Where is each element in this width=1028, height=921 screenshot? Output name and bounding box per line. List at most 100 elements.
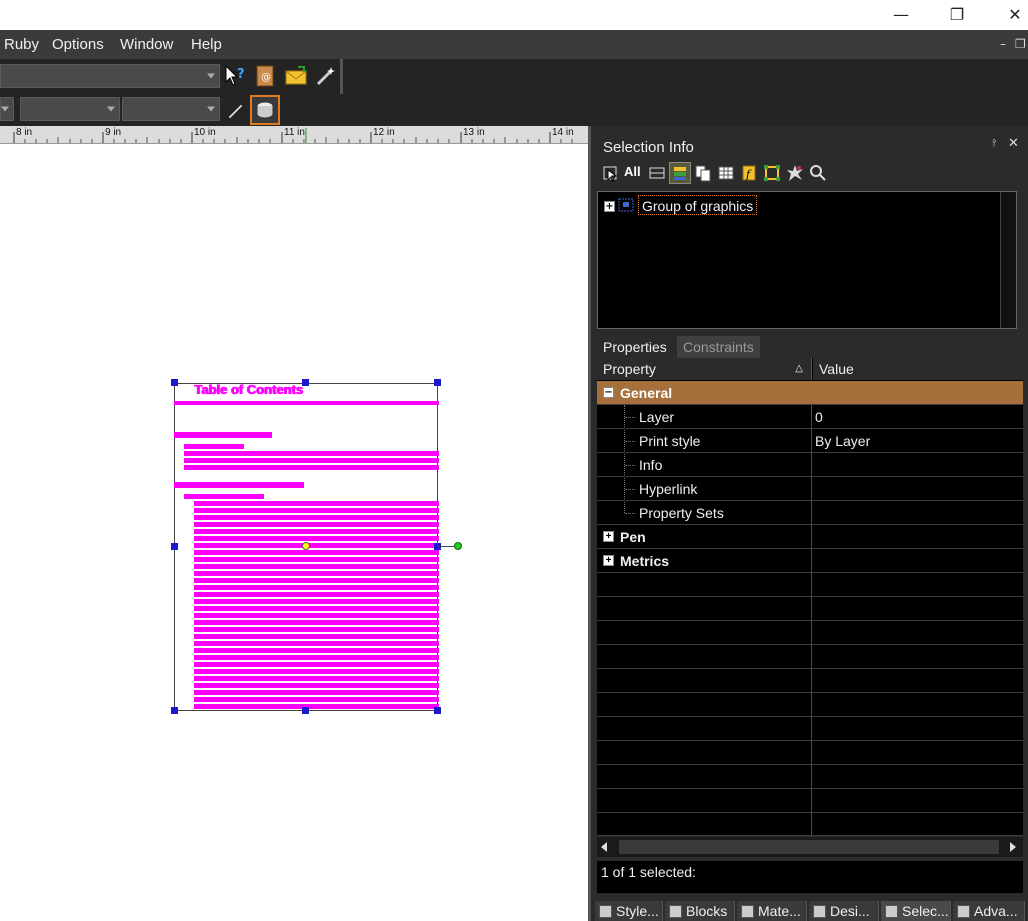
center-handle[interactable] [302, 542, 310, 550]
empty-row [597, 573, 1023, 597]
bottom-tab-style[interactable]: Style... [595, 901, 663, 921]
tree-scrollbar[interactable] [1000, 192, 1016, 328]
ruler-label-14: 14 in [552, 127, 574, 138]
resize-handle-bottom-right[interactable] [434, 707, 441, 714]
mdi-minimize-button[interactable]: – [1000, 30, 1006, 59]
property-value-layer[interactable]: 0 [813, 405, 1023, 429]
resize-handle-left[interactable] [171, 543, 178, 550]
tree-expand-icon[interactable]: + [604, 201, 615, 212]
style-icon [599, 905, 612, 918]
property-value-info[interactable] [813, 453, 1023, 477]
empty-row [597, 741, 1023, 765]
tab-properties[interactable]: Properties [597, 336, 673, 358]
category-label-pen: Pen [620, 529, 646, 545]
property-value-hyperlink[interactable] [813, 477, 1023, 501]
expand-metrics-icon[interactable]: + [603, 555, 614, 566]
layers-icon[interactable] [669, 162, 691, 184]
style-combo[interactable] [0, 64, 220, 88]
property-row-hyperlink[interactable]: Hyperlink [597, 477, 1023, 501]
bottom-tab-selection[interactable]: Selec... [881, 901, 951, 921]
line-width-combo[interactable] [20, 97, 120, 121]
column-header-property[interactable]: Property △ [597, 358, 812, 380]
function-icon[interactable]: f [738, 162, 760, 184]
explode-icon[interactable] [784, 162, 806, 184]
bottom-tab-design[interactable]: Desi... [809, 901, 879, 921]
ruler-label-11: 11 in [284, 127, 305, 138]
property-label-layer: Layer [639, 409, 675, 425]
property-value-property-sets[interactable] [813, 501, 1023, 525]
select-all-button[interactable]: All [624, 164, 641, 179]
panel-tabs: Properties Constraints [597, 336, 1027, 358]
panel-close-button[interactable]: ✕ [1008, 136, 1019, 151]
resize-handle-top-left[interactable] [171, 379, 178, 386]
category-row-general[interactable]: − General [597, 381, 1023, 405]
bottom-tab-advanced[interactable]: Adva... [953, 901, 1025, 921]
horizontal-ruler[interactable]: 8 in 9 in 10 in 11 in 12 in 13 in 14 in [0, 126, 588, 144]
close-button[interactable]: ✕ [992, 0, 1028, 30]
select-by-type-icon[interactable] [600, 162, 622, 184]
toolbar-separator [340, 59, 343, 94]
column-header-value[interactable]: Value [813, 358, 1023, 380]
restore-button[interactable]: ❐ [934, 0, 980, 30]
toolbar-top: ? @ [0, 59, 1028, 94]
rotation-handle[interactable] [454, 542, 462, 550]
property-row-layer[interactable]: Layer 0 [597, 405, 1023, 429]
menu-bar: Ruby Options Window Help – ❐ [0, 30, 1028, 59]
expand-pen-icon[interactable]: + [603, 531, 614, 542]
zoom-to-selection-icon[interactable] [807, 162, 829, 184]
color-combo[interactable] [122, 97, 220, 121]
empty-row [597, 669, 1023, 693]
selection-icon [885, 905, 898, 918]
pen-tool-icon[interactable] [222, 97, 248, 123]
property-row-info[interactable]: Info [597, 453, 1023, 477]
magic-wand-icon[interactable] [313, 63, 339, 89]
copy-icon[interactable] [692, 162, 714, 184]
property-label-hyperlink: Hyperlink [639, 481, 698, 497]
scroll-left-arrow-icon[interactable] [601, 842, 607, 852]
scroll-right-arrow-icon[interactable] [1010, 842, 1016, 852]
menu-window[interactable]: Window [120, 30, 173, 59]
bottom-tab-blocks[interactable]: Blocks [665, 901, 735, 921]
drawing-canvas[interactable]: Table of Contents [0, 144, 588, 921]
toc-lines [174, 432, 439, 709]
tree-item-group[interactable]: Group of graphics [638, 195, 758, 215]
ruler-label-9: 9 in [105, 127, 122, 138]
resize-handle-top-right[interactable] [434, 379, 441, 386]
help-pointer-icon[interactable]: ? [222, 63, 248, 89]
scroll-thumb[interactable] [619, 840, 999, 854]
category-label-general: General [620, 385, 673, 401]
pin-icon[interactable]: ⫯ [992, 138, 996, 149]
tab-constraints[interactable]: Constraints [677, 336, 760, 358]
svg-text:?: ? [237, 67, 245, 82]
minimize-button[interactable]: — [878, 0, 924, 30]
category-row-metrics[interactable]: + Metrics [597, 549, 1023, 573]
category-row-pen[interactable]: + Pen [597, 525, 1023, 549]
filter-icon[interactable] [646, 162, 668, 184]
menu-help[interactable]: Help [191, 30, 222, 59]
property-row-property-sets[interactable]: Property Sets [597, 501, 1023, 525]
collapse-general-icon[interactable]: − [603, 387, 614, 398]
resize-handle-bottom-left[interactable] [171, 707, 178, 714]
resize-handle-top[interactable] [302, 379, 309, 386]
menu-options[interactable]: Options [52, 30, 104, 59]
bottom-tab-materials[interactable]: Mate... [737, 901, 807, 921]
mail-icon[interactable] [283, 63, 309, 89]
resize-handle-bottom[interactable] [302, 707, 309, 714]
line-type-combo[interactable] [0, 97, 14, 121]
properties-toggle-icon[interactable] [250, 95, 280, 125]
property-value-print-style[interactable]: By Layer [813, 429, 1023, 453]
selection-tree[interactable]: + Group of graphics [597, 191, 1017, 329]
property-row-print-style[interactable]: Print style By Layer [597, 429, 1023, 453]
address-book-icon[interactable]: @ [252, 63, 278, 89]
mdi-restore-button[interactable]: ❐ [1015, 30, 1026, 59]
bounding-box-icon[interactable] [761, 162, 783, 184]
table-icon[interactable] [715, 162, 737, 184]
advanced-icon [957, 905, 970, 918]
blocks-icon [669, 905, 682, 918]
group-icon [618, 198, 634, 216]
materials-icon [741, 905, 754, 918]
horizontal-scrollbar[interactable] [597, 837, 1023, 857]
empty-row [597, 765, 1023, 789]
menu-ruby[interactable]: Ruby [4, 30, 39, 59]
toc-heading: Table of Contents [194, 382, 303, 397]
